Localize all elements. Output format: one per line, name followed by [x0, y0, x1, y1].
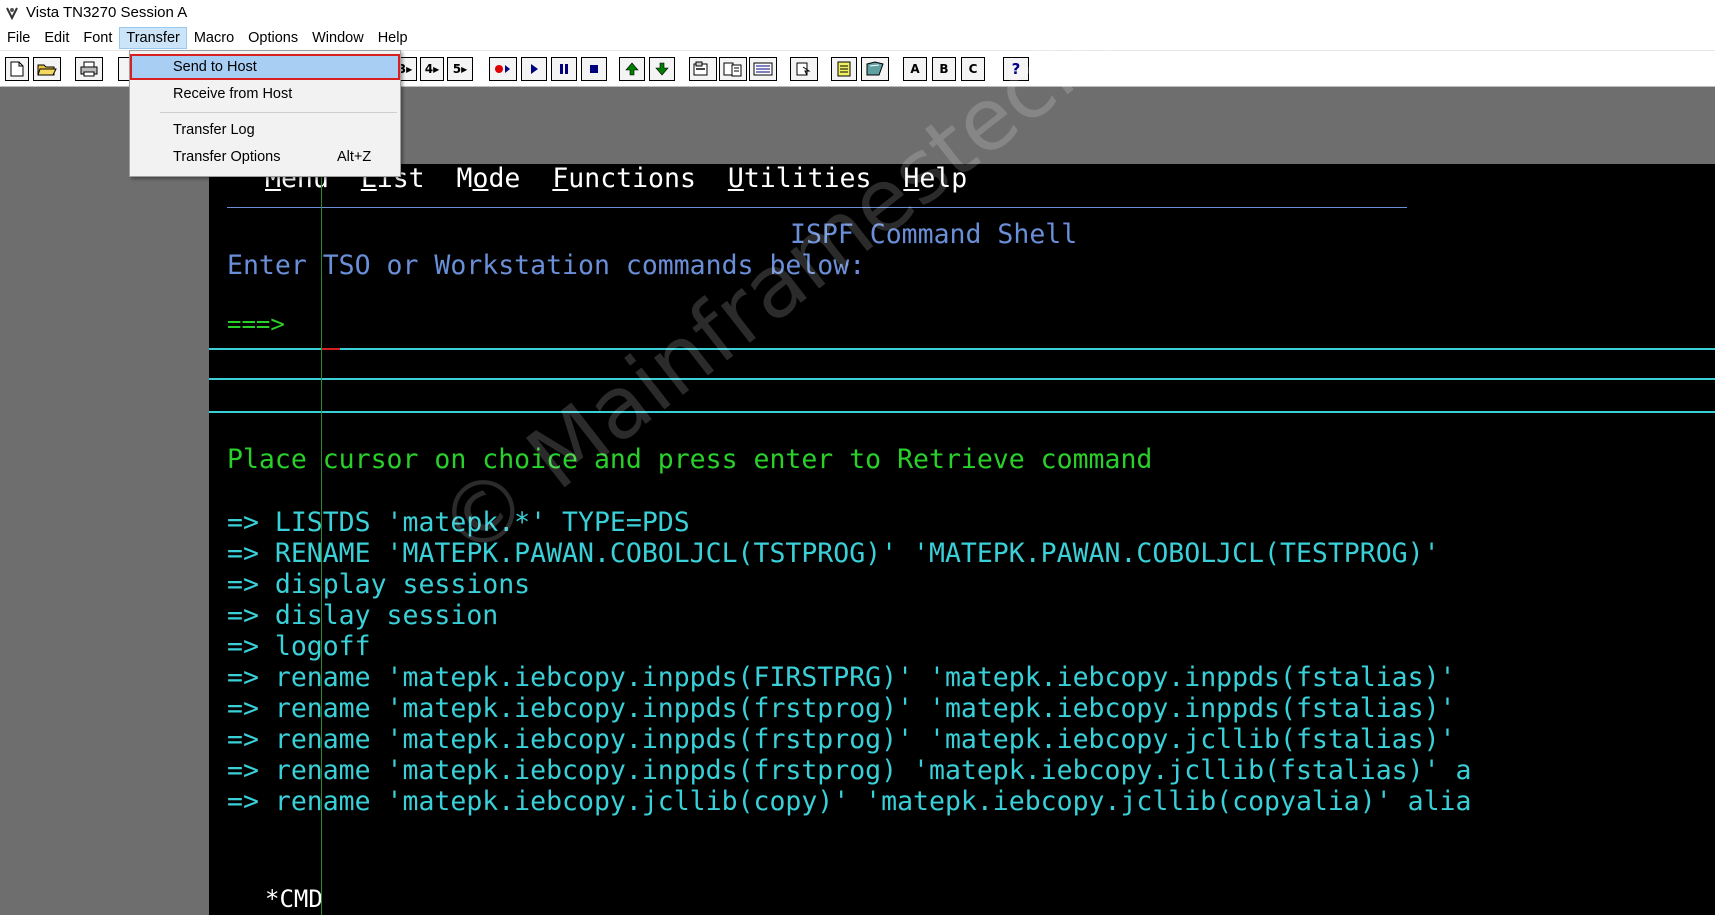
history-item[interactable]: => rename 'matepk.iebcopy.inppds(frstpro… — [227, 694, 1456, 724]
history-item[interactable]: => rename 'matepk.iebcopy.inppds(frstpro… — [227, 725, 1456, 755]
window-titlebar: Vista TN3270 Session A — [0, 0, 1715, 25]
transfer-menu: Send to Host Receive from Host Transfer … — [129, 50, 401, 177]
history-item[interactable]: => rename 'matepk.iebcopy.jcllib(copy)' … — [227, 787, 1471, 817]
command-separator-line — [209, 411, 1715, 413]
menu-item-transfer-log[interactable]: Transfer Log — [130, 117, 400, 143]
command-continuation-line[interactable] — [209, 378, 1715, 380]
notepad-icon[interactable] — [831, 57, 857, 81]
history-item[interactable]: => dislay session — [227, 601, 498, 631]
menu-macro[interactable]: Macro — [187, 27, 241, 49]
record-macro-icon[interactable] — [489, 57, 517, 81]
menu-item-label: Send to Host — [173, 59, 257, 75]
command-prompt: ===> — [227, 310, 285, 338]
session-key-4[interactable]: 4 ▶ — [420, 57, 444, 81]
menu-window[interactable]: Window — [305, 27, 371, 49]
menu-edit[interactable]: Edit — [37, 27, 76, 49]
open-folder-icon[interactable] — [33, 57, 61, 81]
key-b-button[interactable]: B — [932, 57, 956, 81]
new-document-icon[interactable] — [5, 57, 29, 81]
retrieve-hint: Place cursor on choice and press enter t… — [227, 444, 1153, 475]
text-cursor — [322, 348, 340, 350]
book-icon[interactable] — [861, 57, 889, 81]
key-b-label: B — [939, 62, 949, 76]
menu-separator — [160, 112, 397, 113]
arrow-up-icon[interactable] — [619, 57, 645, 81]
pause-macro-icon[interactable] — [551, 57, 577, 81]
menu-help[interactable]: Help — [371, 27, 415, 49]
menu-bar: File Edit Font Transfer Macro Options Wi… — [0, 25, 1715, 51]
print-icon[interactable] — [75, 57, 103, 81]
copy-screen-icon[interactable] — [719, 57, 747, 81]
session-key-5-label: 5 — [452, 62, 462, 76]
menu-transfer[interactable]: Transfer — [119, 26, 187, 49]
menu-font[interactable]: Font — [76, 27, 119, 49]
clipboard-icon[interactable] — [790, 57, 818, 81]
key-a-button[interactable]: A — [903, 57, 927, 81]
history-item[interactable]: => rename 'matepk.iebcopy.inppds(frstpro… — [227, 756, 1471, 786]
menu-item-label: Receive from Host — [173, 86, 293, 102]
menu-options[interactable]: Options — [241, 27, 305, 49]
action-functions[interactable]: Functions — [552, 164, 696, 194]
window-title: Vista TN3270 Session A — [26, 4, 188, 21]
properties-icon[interactable] — [689, 57, 717, 81]
menu-file[interactable]: File — [0, 27, 37, 49]
vista-app-icon[interactable] — [4, 5, 20, 21]
history-item[interactable]: => rename 'matepk.iebcopy.inppds(FIRSTPR… — [227, 663, 1456, 693]
action-mode[interactable]: Mode — [457, 164, 521, 194]
session-key-5[interactable]: 5 ▶ — [447, 57, 473, 81]
menu-item-shortcut: Alt+Z — [337, 149, 372, 165]
keyboard-map-icon[interactable] — [749, 57, 777, 81]
terminal-screen[interactable]: Menu List Mode Functions Utilities Help … — [209, 164, 1715, 915]
key-a-label: A — [910, 62, 920, 76]
column-guide-line — [321, 164, 322, 915]
session-key-4-label: 4 — [424, 62, 434, 76]
history-item[interactable]: => RENAME 'MATEPK.PAWAN.COBOLJCL(TSTPROG… — [227, 539, 1440, 569]
cmd-label: *CMD — [265, 885, 323, 913]
history-item[interactable]: => logoff — [227, 632, 371, 662]
play-macro-icon[interactable] — [521, 57, 547, 81]
menu-item-label: Transfer Log — [173, 122, 255, 138]
menu-item-label: Transfer Options — [173, 149, 281, 165]
menu-item-send-to-host[interactable]: Send to Host — [130, 54, 400, 80]
menu-item-transfer-options[interactable]: Transfer Options Alt+Z — [130, 144, 400, 170]
command-input-line[interactable] — [209, 348, 1715, 350]
stop-macro-icon[interactable] — [581, 57, 607, 81]
menu-item-receive-from-host[interactable]: Receive from Host — [130, 81, 400, 107]
arrow-down-icon[interactable] — [649, 57, 675, 81]
